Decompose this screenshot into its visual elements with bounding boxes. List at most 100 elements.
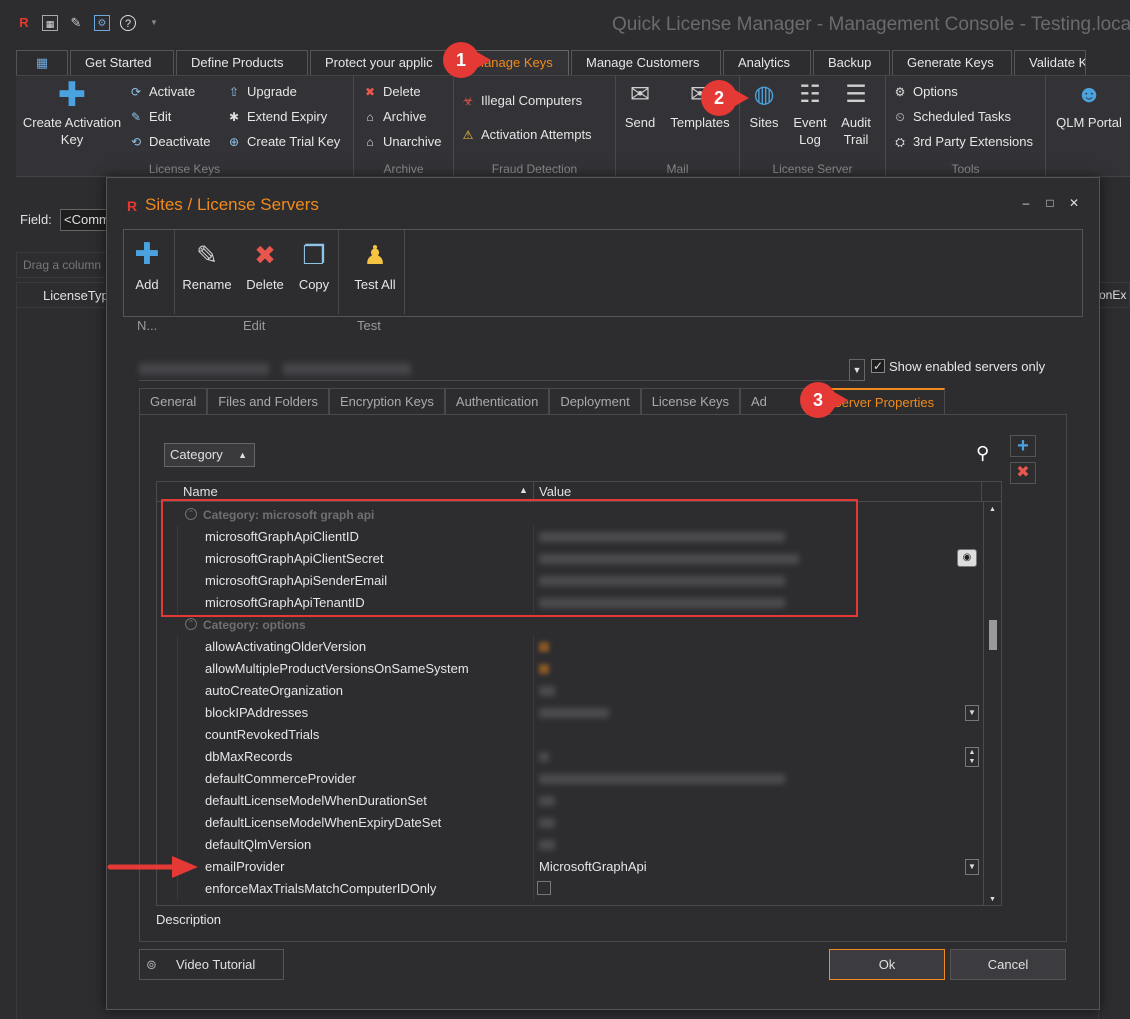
property-value-redacted[interactable]	[539, 818, 555, 828]
audit-trail-button[interactable]: ☰ Audit Trail	[834, 80, 878, 148]
activate-button[interactable]: ⟳ Activate	[128, 82, 195, 102]
tab-files-and-folders[interactable]: Files and Folders	[207, 388, 329, 414]
delete-property-button[interactable]: ✖	[1010, 462, 1036, 484]
minimize-button[interactable]: –	[1019, 196, 1033, 210]
property-value-redacted[interactable]	[539, 840, 555, 850]
property-row[interactable]: autoCreateOrganization	[157, 680, 983, 702]
property-value-redacted[interactable]	[539, 664, 549, 674]
property-row[interactable]: defaultQlmVersion	[157, 834, 983, 856]
tab-manage-customers[interactable]: Manage Customers	[571, 50, 721, 75]
tab-get-started[interactable]: Get Started	[70, 50, 174, 75]
dialog-toolbar: ✚ Add ✎ Rename ✖ Delete ❐ Copy ♟ Test Al…	[123, 229, 1083, 317]
copy-site-button[interactable]: ❐ Copy	[296, 238, 332, 292]
scroll-thumb[interactable]	[989, 620, 997, 650]
edit-button[interactable]: ✎ Edit	[128, 107, 171, 127]
create-activation-key-button[interactable]: ✚ Create Activation Key	[22, 78, 122, 148]
column-header-license-type[interactable]: LicenseTyp	[16, 282, 116, 308]
archive-button[interactable]: ⌂ Archive	[362, 107, 426, 127]
extend-expiry-button[interactable]: ✱ Extend Expiry	[226, 107, 327, 127]
property-value[interactable]: MicrosoftGraphApi	[539, 859, 647, 874]
tab-general[interactable]: General	[139, 388, 208, 414]
column-header-right[interactable]: onEx	[1098, 282, 1130, 308]
scroll-down-icon[interactable]: ▼	[989, 896, 996, 903]
upgrade-button[interactable]: ⇧ Upgrade	[226, 82, 297, 102]
options-button[interactable]: ⚙ Options	[892, 82, 958, 102]
column-header-value[interactable]: Value	[539, 484, 571, 499]
sites-button[interactable]: ◍ Sites	[744, 80, 784, 131]
maximize-button[interactable]: □	[1043, 196, 1057, 210]
property-grid-scrollbar[interactable]: ▲ ▼	[983, 502, 1001, 905]
send-button[interactable]: ✉ Send	[620, 80, 660, 131]
field-select[interactable]: <Comm	[60, 209, 110, 231]
tab-analytics[interactable]: Analytics	[723, 50, 811, 75]
tab-define-products[interactable]: Define Products	[176, 50, 308, 75]
property-row[interactable]: blockIPAddresses ▼	[157, 702, 983, 724]
property-checkbox[interactable]	[537, 881, 551, 895]
rename-site-button[interactable]: ✎ Rename	[180, 238, 234, 292]
event-log-button[interactable]: ☷ Event Log	[788, 80, 832, 148]
settings-icon[interactable]: ⚙	[94, 15, 110, 31]
scroll-up-icon[interactable]: ▲	[989, 506, 996, 513]
show-enabled-label: Show enabled servers only	[889, 359, 1046, 374]
property-row[interactable]: defaultCommerceProvider	[157, 768, 983, 790]
show-enabled-checkbox[interactable]: ✓	[871, 359, 885, 373]
delete-site-button[interactable]: ✖ Delete	[242, 238, 288, 292]
third-party-extensions-button[interactable]: ⛭ 3rd Party Extensions	[892, 132, 1033, 152]
tab-deployment[interactable]: Deployment	[549, 388, 641, 414]
test-all-button[interactable]: ♟ Test All	[344, 238, 406, 292]
add-property-button[interactable]: +	[1010, 435, 1036, 457]
property-row[interactable]: countRevokedTrials	[157, 724, 983, 746]
tab-home[interactable]: ▦	[16, 50, 68, 75]
eye-icon[interactable]: ◉	[957, 549, 977, 567]
close-button[interactable]: ✕	[1067, 196, 1081, 210]
illegal-computers-button[interactable]: ☣ Illegal Computers	[460, 91, 583, 111]
property-value-redacted[interactable]	[539, 774, 785, 784]
ok-button[interactable]: Ok	[829, 949, 945, 980]
tab-encryption-keys[interactable]: Encryption Keys	[328, 388, 445, 414]
tab-backup[interactable]: Backup	[813, 50, 890, 75]
collapse-icon[interactable]: ⌃	[185, 618, 197, 630]
video-tutorial-button[interactable]: ⊚ Video Tutorial	[139, 949, 284, 980]
property-row[interactable]: dbMaxRecords ▲ ▼	[157, 746, 983, 768]
property-row[interactable]: emailProvider MicrosoftGraphApi ▼	[157, 856, 983, 878]
app-icon[interactable]: R	[16, 15, 32, 31]
server-combo[interactable]: ▼	[139, 359, 865, 381]
search-icon[interactable]: ⚲	[976, 443, 989, 464]
property-row[interactable]: defaultLicenseModelWhenDurationSet	[157, 790, 983, 812]
property-value-redacted[interactable]	[539, 752, 549, 762]
property-row[interactable]: allowMultipleProductVersionsOnSameSystem	[157, 658, 983, 680]
tab-generate-keys[interactable]: Generate Keys	[892, 50, 1012, 75]
create-trial-key-button[interactable]: ⊕ Create Trial Key	[226, 132, 340, 152]
category-sort-button[interactable]: Category ▲	[164, 443, 255, 467]
grid-icon[interactable]: ▦	[42, 15, 58, 31]
chevron-down-icon[interactable]: ▼	[965, 705, 979, 721]
dropdown-icon[interactable]: ▼	[146, 15, 162, 31]
cancel-button[interactable]: Cancel	[950, 949, 1066, 980]
delete-button[interactable]: ✖ Delete	[362, 82, 421, 102]
property-value-redacted[interactable]	[539, 708, 609, 718]
wand-icon[interactable]: ✎	[68, 15, 84, 31]
property-value-redacted[interactable]	[539, 642, 549, 652]
spinner-icon[interactable]: ▲ ▼	[965, 747, 979, 767]
property-row[interactable]: enforceMaxTrialsMatchComputerIDOnly	[157, 878, 983, 900]
chevron-down-icon[interactable]: ▼	[849, 359, 865, 381]
qlm-portal-button[interactable]: ☻ QLM Portal	[1050, 80, 1128, 131]
deactivate-button[interactable]: ⟲ Deactivate	[128, 132, 210, 152]
activation-attempts-button[interactable]: ⚠ Activation Attempts	[460, 125, 592, 145]
column-divider	[981, 482, 982, 502]
column-header-name[interactable]: Name	[183, 484, 218, 499]
chevron-down-icon[interactable]: ▼	[965, 859, 979, 875]
tab-validate-keys[interactable]: Validate K	[1014, 50, 1086, 75]
tab-license-keys[interactable]: License Keys	[640, 388, 741, 414]
property-value-redacted[interactable]	[539, 686, 555, 696]
help-icon[interactable]: ?	[120, 15, 136, 31]
unarchive-button[interactable]: ⌂ Unarchive	[362, 132, 441, 152]
property-value-redacted[interactable]	[539, 796, 555, 806]
property-row[interactable]: defaultLicenseModelWhenExpiryDateSet	[157, 812, 983, 834]
category-row[interactable]: ⌃ Category: options	[157, 614, 983, 636]
tab-authentication[interactable]: Authentication	[444, 388, 550, 414]
property-row[interactable]: allowActivatingOlderVersion	[157, 636, 983, 658]
scheduled-tasks-button[interactable]: ⏲ Scheduled Tasks	[892, 107, 1011, 127]
add-site-button[interactable]: ✚ Add	[130, 238, 164, 292]
tab-protect-application[interactable]: Protect your applic	[310, 50, 455, 75]
